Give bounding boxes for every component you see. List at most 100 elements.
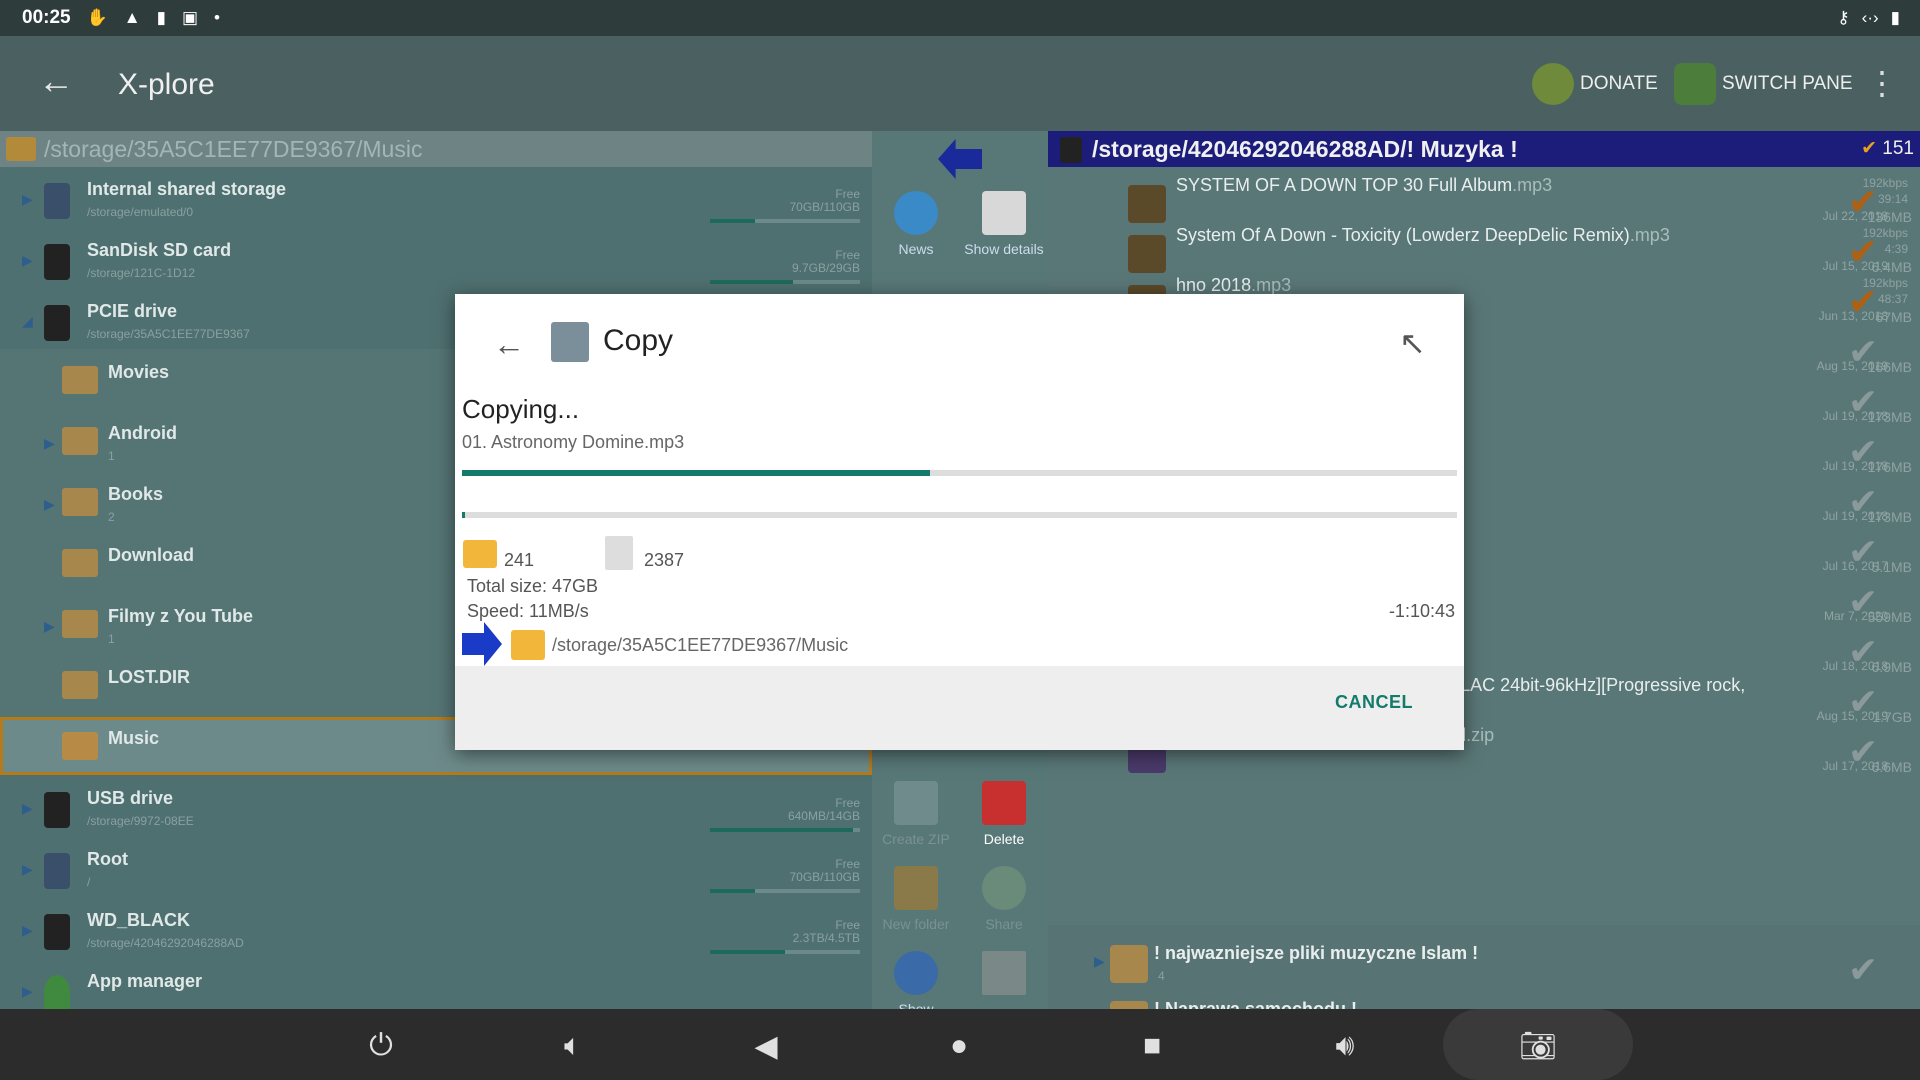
dot-icon: • [214,8,220,27]
file-name: hno 2018.mp3 [1176,275,1292,295]
expand-icon[interactable]: ▶ [1094,953,1105,970]
show-button[interactable]: Show [872,951,960,1017]
phone-icon [44,853,70,889]
list-item[interactable]: ▶ Root / Free 70GB/110GB [0,841,872,902]
phone-icon [44,183,70,219]
back-icon[interactable]: ◀ [746,1029,786,1064]
info-icon [894,191,938,235]
copy-status: Copying... [462,394,580,424]
destination-arrow-icon [462,622,502,666]
app-bar: ← X-plore DONATE SWITCH PANE ⋮ [0,36,1920,131]
total-progress-bar [462,470,1457,476]
folder-icon [62,427,98,455]
share-button[interactable]: Share [960,866,1048,932]
more-options-icon[interactable]: ⋮ [1866,64,1898,102]
volume-down-icon[interactable]: 🔈︎ [553,1029,593,1063]
list-item[interactable]: ▶ Internal shared storage /storage/emula… [0,171,872,232]
list-item[interactable]: ▶ USB drive /storage/9972-08EE Free 640M… [0,780,872,841]
folder-icon [1110,1001,1148,1009]
back-arrow-icon[interactable]: ← [38,60,74,102]
total-size: Total size: 47GB [467,576,599,596]
show-details-button[interactable]: Show details [960,191,1048,257]
copy-speed: Speed: 11MB/s [467,601,589,621]
sd-card-icon [44,305,70,341]
expand-icon[interactable]: ▶ [44,618,55,635]
right-pane-folders: ▶ ! najwazniejsze pliki muzyczne Islam !… [1048,925,1920,1009]
storage-bar [710,889,860,893]
signal-icon: ▲ [123,8,141,27]
sd-card-icon [44,244,70,280]
selected-count-badge: ✔ 151 [1861,138,1914,159]
delete-button[interactable]: Delete [960,781,1048,847]
minimize-arrow-icon[interactable]: ↖ [1399,324,1426,362]
volume-up-icon[interactable]: 🔊︎ [1325,1029,1365,1063]
sort-button[interactable] [960,951,1048,1001]
usb-drive-icon [44,792,70,828]
new-folder-button[interactable]: New folder [872,866,960,932]
dialog-footer [455,666,1464,750]
copy-dialog: ← Copy ↖ Copying... 01. Astronomy Domine… [455,294,1464,750]
list-item[interactable]: ▶ WD_BLACK /storage/42046292046288AD Fre… [0,902,872,963]
storage-bar [710,280,860,284]
hard-drive-icon [1060,137,1082,163]
create-zip-button[interactable]: Create ZIP [872,781,960,847]
switch-pane-icon [1674,63,1716,105]
expand-icon[interactable]: ▶ [22,191,33,208]
expand-icon[interactable]: ▶ [44,435,55,452]
expand-icon[interactable]: ▶ [44,496,55,513]
status-right: ⚷ ‹·› ▮ [1837,0,1900,36]
list-item[interactable]: ! Naprawa samochodu ! [1048,991,1920,1009]
file-count: 2387 [644,550,685,570]
status-bar: 00:25 ✋ ▲ ▮ ▣ • ⚷ ‹·› ▮ [0,0,1920,36]
power-icon[interactable]: ⏻ [361,1029,401,1063]
screenshot-icon[interactable]: 📷︎ [1518,1029,1558,1064]
new-folder-icon [894,866,938,910]
music-folder-icon [6,137,36,161]
expand-icon[interactable]: ▶ [22,922,33,939]
list-item[interactable]: ▶ ! najwazniejsze pliki muzyczne Islam !… [1048,935,1920,996]
news-button[interactable]: News [872,191,960,257]
check-icon[interactable]: ✔ [1848,949,1878,991]
file-icon [605,536,633,570]
home-icon[interactable]: ● [939,1029,979,1063]
list-item[interactable]: ▶ App manager [0,963,872,1011]
cancel-button[interactable]: CANCEL [1335,692,1413,713]
storage-bar [710,219,860,223]
recents-icon[interactable]: ■ [1132,1029,1172,1063]
expand-icon[interactable]: ▶ [22,983,33,1000]
hard-drive-icon [44,914,70,950]
expand-icon[interactable]: ▶ [22,861,33,878]
check-icon: ✔ [1861,138,1878,159]
trash-icon [982,781,1026,825]
left-path-text: /storage/35A5C1EE77DE9367/Music [44,136,423,162]
details-icon [982,191,1026,235]
storage-bar [710,950,860,954]
storage-bar [710,828,860,832]
destination-path: /storage/35A5C1EE77DE9367/Music [552,635,849,655]
download-folder-icon [62,549,98,577]
back-arrow-icon[interactable]: ← [493,326,525,363]
folder-icon [62,671,98,699]
list-item[interactable]: ▶ SanDisk SD card /storage/121C-1D12 Fre… [0,232,872,293]
donate-label: DONATE [1580,73,1658,94]
clock: 00:25 [22,7,71,28]
notification-icon: ✋ [86,8,108,27]
expand-icon[interactable]: ▶ [22,800,33,817]
dialog-title: Copy [603,324,674,357]
collapse-icon[interactable]: ◢ [22,313,33,330]
copy-direction-arrow-icon [938,139,982,179]
left-pane-path[interactable]: /storage/35A5C1EE77DE9367/Music [0,131,872,167]
current-file: 01. Astronomy Domine.mp3 [462,432,685,452]
sort-icon [982,951,1026,995]
file-name: System Of A Down - Toxicity (Lowderz Dee… [1176,225,1670,245]
app-title: X-plore [118,68,215,101]
donate-button[interactable]: DONATE [1532,60,1658,108]
expand-icon[interactable]: ▶ [22,252,33,269]
check-icon[interactable]: ✔ [1848,731,1878,773]
a-icon: ▣ [181,8,199,27]
folder-count: 241 [504,550,535,570]
time-remaining: -1:10:43 [1388,601,1455,621]
right-pane-path[interactable]: /storage/42046292046288AD/! Muzyka ! ✔ 1… [1048,131,1920,167]
beer-icon [1532,63,1574,105]
switch-pane-button[interactable]: SWITCH PANE [1674,60,1853,108]
